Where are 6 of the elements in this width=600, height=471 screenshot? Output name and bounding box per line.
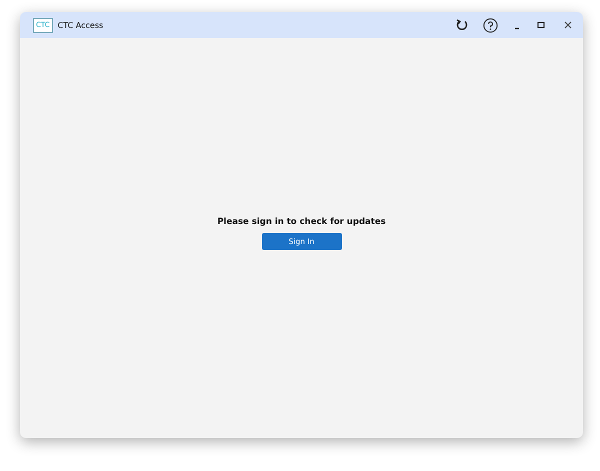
help-icon[interactable] <box>483 18 498 32</box>
sign-in-message: Please sign in to check for updates <box>217 216 386 226</box>
refresh-icon[interactable] <box>455 18 469 32</box>
maximize-icon[interactable] <box>536 20 546 30</box>
window-title: CTC Access <box>58 20 104 30</box>
close-icon[interactable] <box>563 20 573 30</box>
